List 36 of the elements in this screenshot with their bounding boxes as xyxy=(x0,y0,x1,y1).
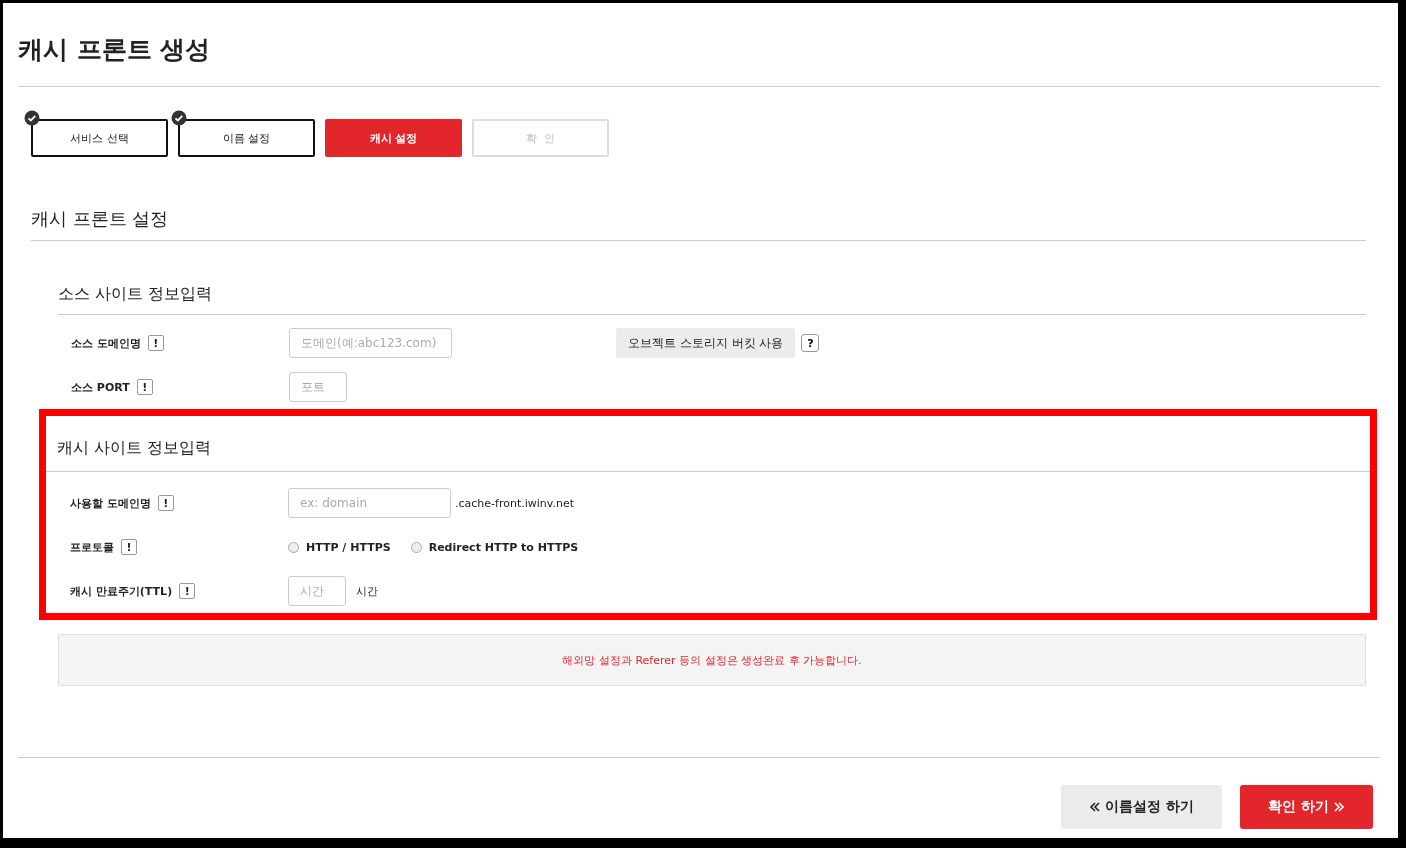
info-mark[interactable]: ! xyxy=(121,539,137,555)
check-icon xyxy=(24,110,40,126)
field-label: 캐시 만료주기(TTL) xyxy=(70,583,173,599)
radio-icon[interactable] xyxy=(288,541,299,553)
object-storage-button[interactable]: 오브젝트 스토리지 버킷 사용 xyxy=(616,328,796,358)
field-label: 소스 도메인명 xyxy=(71,335,141,351)
field-label: 소스 PORT xyxy=(71,379,130,395)
field-suffix: 시간 xyxy=(356,583,378,599)
input-field[interactable]: 도메인(예:abc123.com) xyxy=(289,328,452,358)
field-label: 사용할 도메인명 xyxy=(70,495,151,511)
double-chevron-icon xyxy=(1089,801,1102,813)
input-field[interactable]: 포트 xyxy=(289,372,347,402)
double-chevron-icon xyxy=(1333,801,1345,813)
prev-button[interactable]: 이름설정 하기 xyxy=(1061,785,1223,829)
radio-label: HTTP / HTTPS xyxy=(306,540,391,554)
radio-icon[interactable] xyxy=(410,541,422,553)
notice-text: 해외망 설정과 Referer 등의 설정은 생성완료 후 가능합니다. xyxy=(562,652,862,668)
radio-option[interactable]: HTTP / HTTPS xyxy=(288,540,391,554)
group-title: 소스 사이트 정보입력 xyxy=(58,283,214,305)
help-button[interactable]: ? xyxy=(801,334,820,352)
step-tab[interactable]: 캐시 설정 xyxy=(325,119,462,157)
step-tab[interactable]: 서비스 선택 xyxy=(31,119,168,157)
field-label: 프로토콜 xyxy=(70,539,114,555)
info-mark[interactable]: ! xyxy=(136,379,153,395)
next-button[interactable]: 확인 하기 xyxy=(1240,785,1373,829)
check-icon xyxy=(171,110,187,126)
field-suffix: .cache-front.iwinv.net xyxy=(455,496,574,510)
info-mark[interactable]: ! xyxy=(147,335,164,351)
info-mark[interactable]: ! xyxy=(179,583,196,599)
group-title: 캐시 사이트 정보입력 xyxy=(57,437,213,459)
info-mark[interactable]: ! xyxy=(157,495,174,511)
input-field[interactable]: ex: domain xyxy=(288,488,451,518)
step-tab[interactable]: 이름 설정 xyxy=(178,119,315,157)
page-title: 캐시 프론트 생성 xyxy=(17,34,212,66)
input-field[interactable]: 시간 xyxy=(288,576,346,606)
section-title: 캐시 프론트 설정 xyxy=(30,207,170,231)
